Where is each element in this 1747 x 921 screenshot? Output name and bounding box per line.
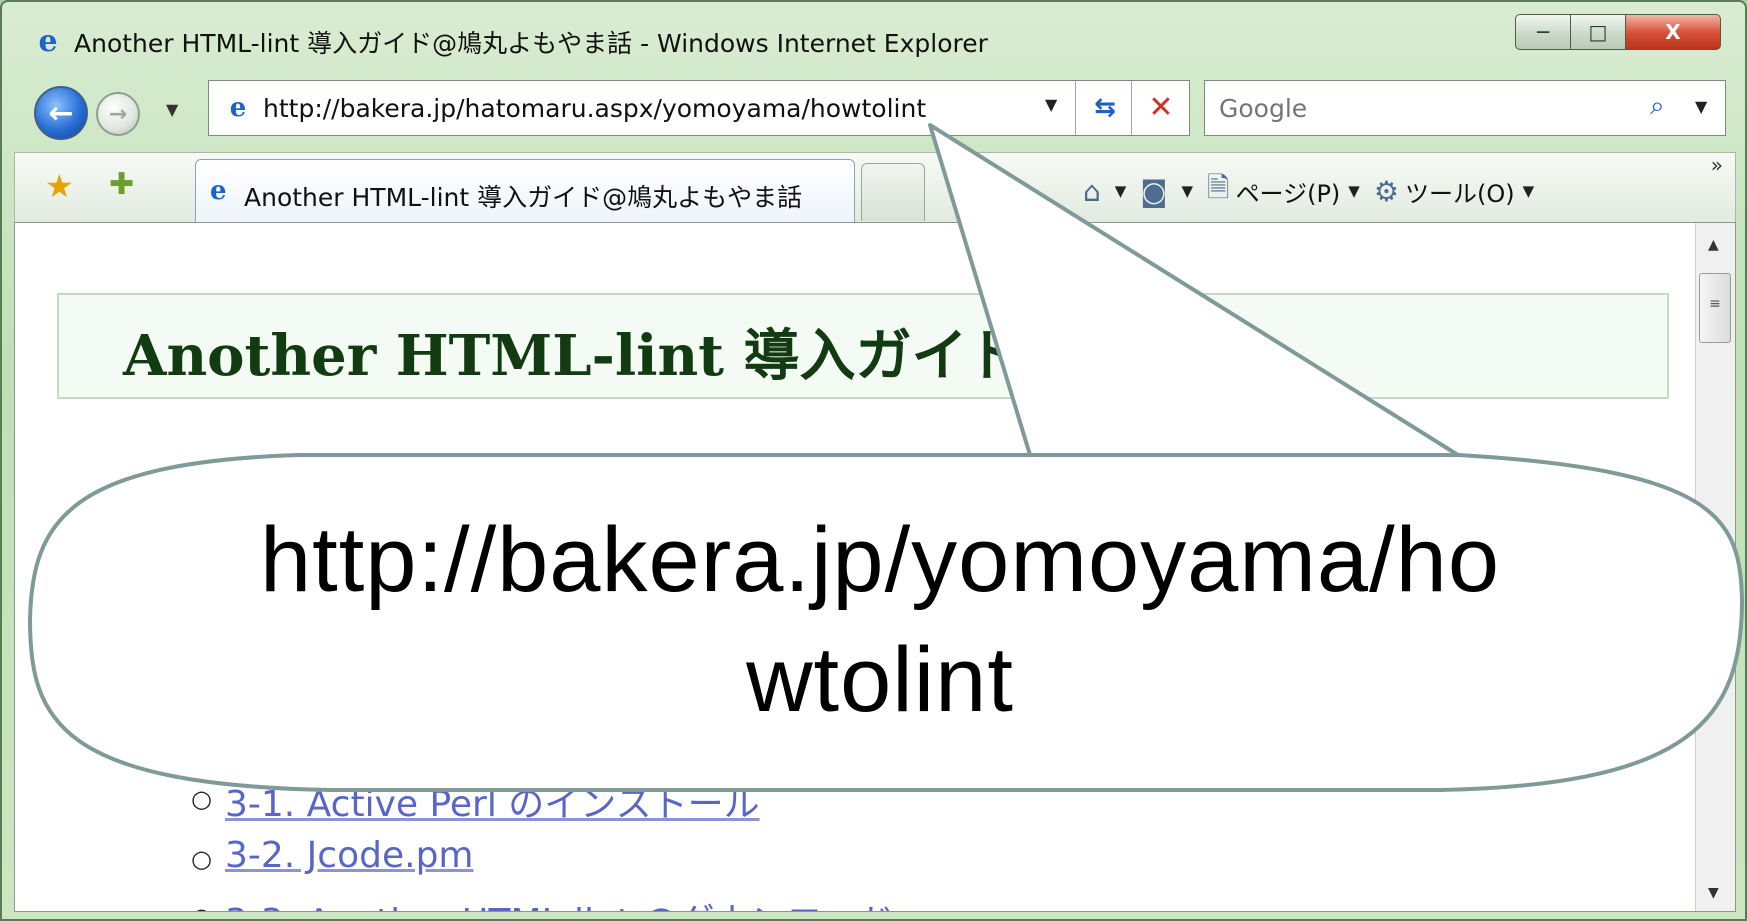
page-menu-label: ページ(P) — [1235, 179, 1341, 208]
home-button[interactable]: ⌂ ▼ — [1083, 175, 1126, 208]
tools-menu-label: ツール(O) — [1404, 179, 1515, 208]
window-controls: ─ □ X — [1515, 14, 1721, 50]
callout-line-2: wtolint — [746, 629, 1014, 731]
address-divider — [1075, 81, 1076, 135]
vertical-scrollbar[interactable]: ▲ ≡ ▼ — [1695, 223, 1735, 911]
more-commands-chevron-icon[interactable]: » — [1711, 153, 1723, 177]
tab-active[interactable]: e Another HTML-lint 導入ガイド@鳩丸よもやま話 — [195, 159, 855, 223]
heading-box: Another HTML-lint 導入ガイド — [57, 293, 1669, 399]
feeds-button[interactable]: ◙ ▼ — [1140, 175, 1193, 208]
rss-feed-icon: ◙ — [1140, 174, 1168, 208]
recent-pages-dropdown-icon[interactable]: ▼ — [166, 100, 178, 119]
maximize-button[interactable]: □ — [1570, 14, 1626, 50]
minimize-button[interactable]: ─ — [1515, 14, 1571, 50]
tab-favicon-icon: e — [210, 176, 227, 206]
address-divider — [1131, 81, 1132, 135]
scroll-down-arrow-icon[interactable]: ▼ — [1708, 885, 1719, 901]
tools-menu-button[interactable]: ⚙ ツール(O) ▼ — [1374, 174, 1534, 209]
tools-dropdown-icon: ▼ — [1522, 182, 1535, 200]
scroll-up-arrow-icon[interactable]: ▲ — [1708, 237, 1719, 253]
search-input[interactable] — [1217, 89, 1617, 127]
window-title: Another HTML-lint 導入ガイド@鳩丸よもやま話 - Window… — [74, 29, 988, 58]
toc-sub-bullet: ○ — [191, 845, 212, 873]
home-dropdown-icon[interactable]: ▼ — [1115, 182, 1127, 200]
back-button[interactable]: ← — [34, 86, 88, 140]
page-favicon-icon: e — [229, 93, 247, 123]
address-input[interactable] — [261, 89, 1061, 127]
toc-link[interactable]: 3-2. Jcode.pm — [225, 835, 473, 876]
toc-link[interactable]: 3-1. Active Perl のインストール — [225, 775, 760, 827]
callout-line-1: http://bakera.jp/yomoyama/ho — [260, 509, 1500, 611]
toc-sub-bullet: ○ — [191, 785, 212, 813]
gear-icon: ⚙ — [1373, 174, 1399, 208]
feeds-dropdown-icon[interactable]: ▼ — [1182, 182, 1194, 200]
forward-button[interactable]: → — [96, 92, 140, 136]
add-favorites-icon[interactable]: ✚ — [109, 167, 134, 202]
search-box: ⌕ ▼ — [1204, 80, 1726, 136]
page-icon: 🗎 — [1207, 171, 1230, 204]
address-bar: e ▼ ⇆ ✕ — [208, 80, 1190, 136]
ie-logo-icon: e — [38, 24, 58, 59]
new-tab-button[interactable] — [861, 163, 925, 221]
ie-window: e Another HTML-lint 導入ガイド@鳩丸よもやま話 - Wind… — [0, 0, 1747, 921]
title-bar: e Another HTML-lint 導入ガイド@鳩丸よもやま話 - Wind… — [2, 2, 1745, 72]
close-button[interactable]: X — [1625, 14, 1721, 50]
search-icon[interactable]: ⌕ — [1650, 91, 1665, 122]
toc-sub-bullet: ○ — [191, 903, 212, 911]
page-heading: Another HTML-lint 導入ガイド — [123, 323, 1024, 389]
command-tools: ⌂ ▼ ◙ ▼ 🗎 ページ(P) ▼ ⚙ ツール(O) ▼ — [1083, 167, 1548, 215]
address-dropdown-icon[interactable]: ▼ — [1045, 95, 1057, 114]
search-provider-dropdown-icon[interactable]: ▼ — [1695, 97, 1707, 116]
scroll-thumb[interactable]: ≡ — [1699, 273, 1731, 343]
callout-text: http://bakera.jp/yomoyama/ho wtolint — [70, 500, 1690, 740]
home-icon: ⌂ — [1083, 174, 1101, 208]
page-dropdown-icon: ▼ — [1348, 182, 1360, 200]
stop-icon[interactable]: ✕ — [1141, 89, 1181, 127]
command-bar: ★ ✚ e Another HTML-lint 導入ガイド@鳩丸よもやま話 ⌂ … — [14, 152, 1736, 223]
scroll-grip-icon: ≡ — [1709, 296, 1721, 312]
toc-link[interactable]: 3-3. Another HTML-lint のダウンロード — [225, 893, 894, 911]
tab-label: Another HTML-lint 導入ガイド@鳩丸よもやま話 — [244, 183, 803, 212]
favorites-star-icon[interactable]: ★ — [45, 167, 74, 205]
refresh-icon[interactable]: ⇆ — [1085, 89, 1125, 127]
page-menu-button[interactable]: 🗎 ページ(P) ▼ — [1207, 167, 1360, 215]
